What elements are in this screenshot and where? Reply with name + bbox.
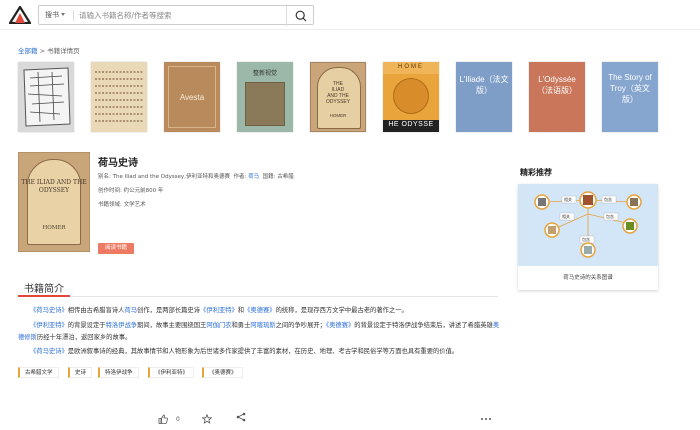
intro-paragraph-3: 《荷马史诗》是欧洲叙事诗的经典，其故事情节和人物形象为后世诸多作家提供了丰富的素…	[30, 348, 459, 355]
intro-heading: 书籍简介	[24, 284, 64, 295]
breadcrumb-home-link[interactable]: 全部籍	[18, 47, 38, 55]
recommend-card[interactable]: 相关 包含 包含 相关 包含 荷马史诗的关系图谱	[518, 184, 658, 290]
book-meta-line: 别名: The Iliad and the Odyssey,伊利亚特和奥德赛 作…	[98, 174, 294, 180]
favorite-button[interactable]	[202, 414, 212, 424]
more-icon	[481, 418, 491, 420]
search-icon	[295, 10, 306, 22]
like-count: 0	[176, 415, 180, 423]
search-bar: 搜书	[38, 5, 314, 26]
intro-paragraph-2: 《伊利亚特》的背景设定于特洛伊战争期间，故事主要围绕国王阿伽门农和勇士阿喀琉斯之…	[18, 322, 500, 341]
top-bar: 搜书	[0, 0, 700, 30]
like-button[interactable]: 0	[158, 414, 180, 424]
graph-edge-label-3: 包含	[606, 213, 614, 219]
star-icon	[202, 414, 212, 424]
more-options-button[interactable]	[480, 414, 492, 424]
author-link[interactable]: 荷马	[248, 174, 259, 180]
cover-manuscript[interactable]	[91, 62, 147, 132]
heading-underline	[18, 295, 70, 297]
tag-item[interactable]: 《伊利亚特》	[148, 367, 195, 378]
tag-item[interactable]: 特洛伊战争	[98, 367, 139, 378]
tag-item[interactable]: 古希腊文学	[18, 367, 59, 378]
book-title: 荷马史诗	[98, 158, 138, 169]
breadcrumb-current: 书籍详情页	[47, 47, 80, 55]
read-book-button[interactable]: 阅读书籍	[98, 243, 134, 254]
cover-odyssee-fr[interactable]: L'Odyssée（法语版）	[529, 62, 585, 132]
graph-edge-label-1: 相关	[564, 196, 572, 202]
graph-edge-label-5: 包含	[582, 236, 590, 242]
cover-iliad-odyssey[interactable]: THE ILIAD AND THE ODYSSEY HOMER	[310, 62, 366, 132]
tag-item[interactable]: 《奥德赛》	[202, 367, 243, 378]
cover-avesta[interactable]: Avesta	[164, 62, 220, 132]
search-input[interactable]	[79, 8, 239, 22]
thumbs-up-icon	[158, 414, 168, 424]
cover-green-book[interactable]: 整新视觉	[237, 62, 293, 132]
search-button[interactable]	[286, 6, 314, 26]
breadcrumb: 全部籍 > 书籍详情页	[18, 47, 80, 55]
cover-story-of-troy[interactable]: The Story of Troy（英文版）	[602, 62, 658, 132]
recommend-caption: 荷马史诗的关系图谱	[563, 275, 613, 281]
search-scope-select[interactable]: 搜书	[45, 10, 65, 20]
book-field: 书籍领域: 文学艺术	[98, 202, 146, 208]
tag-item[interactable]: 史诗	[68, 367, 93, 378]
cover-clay-tablet[interactable]	[18, 62, 74, 132]
chevron-down-icon	[61, 13, 65, 16]
divider	[73, 10, 74, 21]
intro-paragraph-1: 《荷马史诗》相传由古希腊盲诗人荷马创作，是两部长篇史诗《伊利亚特》和《奥德赛》的…	[30, 307, 408, 314]
site-logo[interactable]	[9, 6, 31, 24]
cover-odyssey-orange[interactable]: HOME HE ODYSSE	[383, 62, 439, 132]
graph-edge-label-2: 包含	[604, 196, 612, 202]
cover-iliade-fr[interactable]: L'Iliade（法文版）	[456, 62, 512, 132]
book-cover: THE ILIAD AND THE ODYSSEY HOMER	[18, 152, 90, 252]
recommend-title: 精彩推荐	[520, 168, 552, 177]
relation-graph-image[interactable]: 相关 包含 包含 相关 包含	[518, 184, 658, 266]
share-button[interactable]	[236, 412, 246, 422]
divider	[18, 296, 498, 297]
graph-edge-label-4: 相关	[562, 213, 570, 219]
share-icon	[236, 412, 246, 422]
book-era: 创作时间: 约公元前800 年	[98, 188, 164, 194]
